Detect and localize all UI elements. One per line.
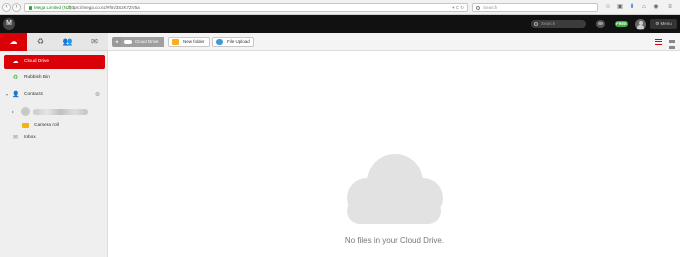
extension-icon[interactable]: ◉ bbox=[652, 3, 660, 11]
tab-inbox[interactable]: ✉ bbox=[81, 33, 108, 51]
section-tabs: ☁ ♻ 👥 ✉ bbox=[0, 33, 108, 51]
cloud-icon: ☁ bbox=[9, 37, 18, 46]
forward-arrow-icon[interactable]: › bbox=[12, 3, 21, 12]
star-icon[interactable]: ☆ bbox=[604, 3, 612, 11]
avatar bbox=[21, 107, 30, 116]
inbox-icon: ✉ bbox=[91, 37, 98, 46]
breadcrumb[interactable]: Cloud Drive bbox=[121, 37, 164, 47]
download-icon[interactable]: ⬇ bbox=[628, 3, 636, 11]
sidebar-item-label: Camera roll bbox=[34, 123, 59, 128]
browser-search-input[interactable]: Search bbox=[472, 3, 598, 12]
transfer-cloud-icon[interactable] bbox=[596, 20, 605, 28]
hamburger-menu-icon[interactable]: ≡ bbox=[666, 3, 674, 11]
add-contact-icon[interactable]: ⊕ bbox=[95, 91, 100, 98]
search-icon bbox=[534, 21, 538, 26]
mega-logo[interactable]: M bbox=[3, 18, 15, 30]
sidebar-item-label: Inbox bbox=[24, 135, 36, 140]
chevron-down-icon[interactable]: ▸ bbox=[12, 109, 14, 115]
breadcrumb-back-button[interactable]: ◂ bbox=[112, 37, 121, 47]
mega-search-input[interactable]: Search bbox=[531, 20, 586, 28]
sidebar-item-inbox[interactable]: ✉ Inbox bbox=[4, 131, 105, 145]
file-toolbar: ◂ Cloud Drive New folder File Upload bbox=[108, 33, 680, 51]
contacts-icon: 👤 bbox=[12, 92, 20, 98]
search-icon bbox=[476, 6, 480, 10]
new-folder-label: New folder bbox=[183, 39, 205, 44]
upload-icon bbox=[216, 39, 223, 45]
cloud-icon bbox=[124, 40, 132, 44]
mega-search-placeholder: Search bbox=[541, 21, 556, 26]
url-bar[interactable]: Mega Limited (NZ) https://mega.co.nz/#fm… bbox=[24, 3, 468, 12]
recycle-icon: ♻ bbox=[36, 37, 45, 46]
sidebar-item-label: Rubbish Bin bbox=[24, 75, 50, 80]
empty-state-message: No files in your Cloud Drive. bbox=[344, 236, 445, 245]
menu-label: Menu bbox=[660, 21, 672, 26]
sidebar-item-cloud-drive[interactable]: ☁ Cloud Drive bbox=[4, 55, 105, 69]
reload-icon[interactable]: ▾ C ↻ bbox=[452, 5, 464, 11]
home-icon[interactable]: ⌂ bbox=[640, 3, 648, 11]
grid-view-icon[interactable] bbox=[669, 39, 675, 49]
tab-rubbish-bin[interactable]: ♻ bbox=[27, 33, 54, 51]
list-view-icon[interactable] bbox=[655, 39, 662, 45]
folder-icon bbox=[172, 39, 179, 45]
contacts-icon: 👥 bbox=[62, 37, 73, 46]
account-type-badge[interactable]: FREE bbox=[615, 21, 628, 27]
cloud-icon: ☁ bbox=[12, 59, 19, 65]
recycle-icon: ♻ bbox=[12, 75, 19, 81]
tab-cloud-drive[interactable]: ☁ bbox=[0, 33, 27, 51]
url-site-identity: Mega Limited (NZ) bbox=[34, 5, 72, 10]
new-folder-button[interactable]: New folder bbox=[168, 37, 210, 47]
tab-contacts[interactable]: 👥 bbox=[54, 33, 81, 51]
sidebar-item-label: Cloud Drive bbox=[24, 59, 50, 64]
browser-toolbar: ‹ › Mega Limited (NZ) https://mega.co.nz… bbox=[0, 0, 680, 15]
back-arrow-icon[interactable]: ‹ bbox=[2, 3, 11, 12]
inbox-icon: ✉ bbox=[12, 135, 19, 141]
sidebar-item-contacts[interactable]: ▾ 👤 Contacts ⊕ bbox=[4, 88, 105, 102]
chevron-down-icon[interactable]: ▾ bbox=[6, 92, 8, 98]
clipboard-icon[interactable]: ▣ bbox=[616, 3, 624, 11]
sidebar-item-contact[interactable]: ▸ bbox=[4, 105, 105, 119]
user-avatar[interactable] bbox=[635, 19, 646, 30]
empty-cloud-icon bbox=[347, 154, 443, 224]
browser-search-placeholder: Search bbox=[483, 5, 498, 10]
sidebar: ☁ Cloud Drive ♻ Rubbish Bin ▾ 👤 Contacts… bbox=[0, 51, 108, 257]
lock-icon bbox=[29, 6, 32, 10]
url-text[interactable]: https://mega.co.nz/#fm/3SzK7ZV5a bbox=[69, 5, 140, 11]
mega-header: M Search FREE ⚙ Menu bbox=[0, 15, 680, 33]
file-area: No files in your Cloud Drive. bbox=[109, 51, 680, 257]
folder-icon bbox=[22, 123, 29, 128]
breadcrumb-label: Cloud Drive bbox=[135, 39, 159, 44]
sidebar-item-rubbish-bin[interactable]: ♻ Rubbish Bin bbox=[4, 71, 105, 85]
file-upload-label: File Upload bbox=[227, 39, 250, 44]
menu-button[interactable]: ⚙ Menu bbox=[650, 19, 677, 29]
file-upload-button[interactable]: File Upload bbox=[212, 37, 254, 47]
contact-name-redacted bbox=[33, 109, 88, 115]
sidebar-item-label: Contacts bbox=[24, 92, 43, 97]
